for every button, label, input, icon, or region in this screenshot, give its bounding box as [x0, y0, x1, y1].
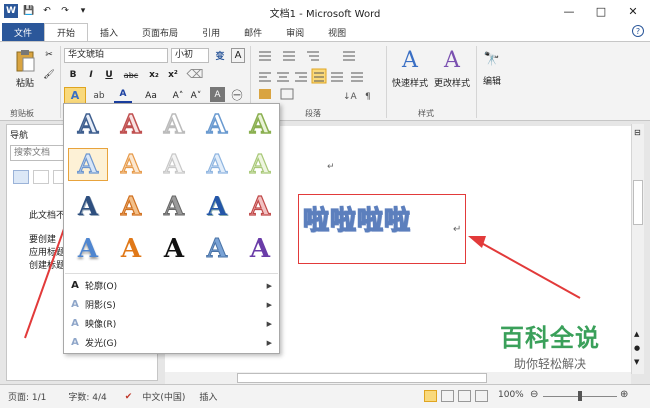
zoom-level[interactable]: 100% — [498, 390, 524, 400]
chevron-right-icon: ▶ — [266, 281, 272, 290]
language-status[interactable]: 中文(中国) — [142, 390, 185, 403]
zoom-in-icon[interactable]: ⊕ — [620, 389, 628, 400]
effect-cell[interactable]: A — [111, 232, 151, 265]
full-screen-view-icon[interactable] — [441, 390, 454, 402]
shadow-icon: A — [71, 299, 79, 310]
menu-item-label: 轮廓(O) — [85, 282, 118, 292]
proofing-icon[interactable]: ✔ — [125, 392, 133, 402]
word-count[interactable]: 字数: 4/4 — [68, 390, 106, 403]
outline-view-icon[interactable] — [475, 390, 488, 402]
chevron-right-icon: ▶ — [266, 319, 272, 328]
text-effects-gallery: A A A A A A A A A A A A A A A A A A A A … — [63, 103, 280, 354]
effect-cell[interactable]: A — [68, 190, 108, 223]
effect-cell[interactable]: A — [240, 108, 280, 141]
chevron-right-icon: ▶ — [266, 338, 272, 347]
status-bar: 页面: 1/1 字数: 4/4 ✔ 中文(中国) 插入 100% ⊖ ⊕ — [0, 384, 650, 408]
menu-item-label: 阴影(S) — [85, 301, 116, 311]
effect-cell[interactable]: A — [111, 190, 151, 223]
chevron-right-icon: ▶ — [266, 300, 272, 309]
menu-item-label: 发光(G) — [85, 339, 117, 349]
zoom-out-icon[interactable]: ⊖ — [530, 389, 538, 400]
zoom-slider-thumb[interactable] — [578, 391, 582, 401]
effect-cell[interactable]: A — [197, 190, 237, 223]
watermark-subtitle: 助你轻松解决 — [513, 357, 586, 371]
menu-item-shadow[interactable]: A 阴影(S) ▶ — [65, 295, 278, 314]
outline-icon: A — [71, 280, 79, 291]
effect-cell[interactable]: A — [154, 148, 194, 181]
menu-item-reflection[interactable]: A 映像(R) ▶ — [65, 314, 278, 333]
effect-cell[interactable]: A — [111, 148, 151, 181]
insert-mode-status[interactable]: 插入 — [199, 390, 217, 403]
reflection-icon: A — [71, 318, 79, 329]
effect-cell[interactable]: A — [111, 108, 151, 141]
watermark-title: 百科全说 — [500, 324, 600, 352]
menu-item-label: 映像(R) — [85, 320, 117, 330]
effect-cell[interactable]: A — [154, 232, 194, 265]
print-layout-view-icon[interactable] — [424, 390, 437, 402]
effect-cell[interactable]: A — [240, 190, 280, 223]
page-count[interactable]: 页面: 1/1 — [8, 390, 46, 403]
effect-cell[interactable]: A — [240, 148, 280, 181]
effect-cell[interactable]: A — [68, 232, 108, 265]
watermark: 百科全说 助你轻松解决 — [480, 318, 620, 372]
effect-cell[interactable]: A — [197, 108, 237, 141]
effect-cell[interactable]: A — [154, 108, 194, 141]
effect-cell[interactable]: A — [197, 148, 237, 181]
web-view-icon[interactable] — [458, 390, 471, 402]
menu-item-glow[interactable]: A 发光(G) ▶ — [65, 333, 278, 352]
divider — [65, 273, 278, 274]
effect-cell[interactable]: A — [68, 108, 108, 141]
effect-cell[interactable]: A — [197, 232, 237, 265]
menu-item-outline[interactable]: A 轮廓(O) ▶ — [65, 276, 278, 295]
effect-cell[interactable]: A — [154, 190, 194, 223]
glow-icon: A — [71, 337, 79, 348]
effect-cell-selected[interactable]: A — [68, 148, 108, 181]
effect-cell[interactable]: A — [240, 232, 280, 265]
